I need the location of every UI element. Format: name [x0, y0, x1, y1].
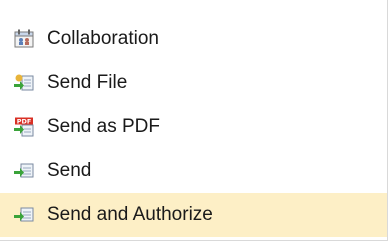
menu-item-send-as-pdf[interactable]: PDF Send as PDF — [0, 105, 387, 149]
menu-item-send-file[interactable]: Send File — [0, 61, 387, 105]
send-file-icon — [13, 73, 35, 93]
send-icon — [13, 161, 35, 181]
menu-item-label: Send as PDF — [47, 116, 160, 137]
menu-item-label: Send — [47, 160, 92, 181]
menu-item-send-and-authorize[interactable]: Send and Authorize — [0, 193, 387, 237]
collaboration-icon — [13, 29, 35, 49]
menu-item-label: Collaboration — [47, 28, 159, 49]
menu-item-label: Send and Authorize — [47, 204, 213, 225]
context-menu: Collaboration Send File PDF Send as PDF … — [0, 0, 388, 241]
send-authorize-icon — [13, 205, 35, 225]
svg-text:PDF: PDF — [17, 118, 32, 126]
menu-item-collaboration[interactable]: Collaboration — [0, 17, 387, 61]
send-pdf-icon: PDF — [13, 117, 35, 137]
menu-item-send[interactable]: Send — [0, 149, 387, 193]
menu-item-label: Send File — [47, 72, 128, 93]
